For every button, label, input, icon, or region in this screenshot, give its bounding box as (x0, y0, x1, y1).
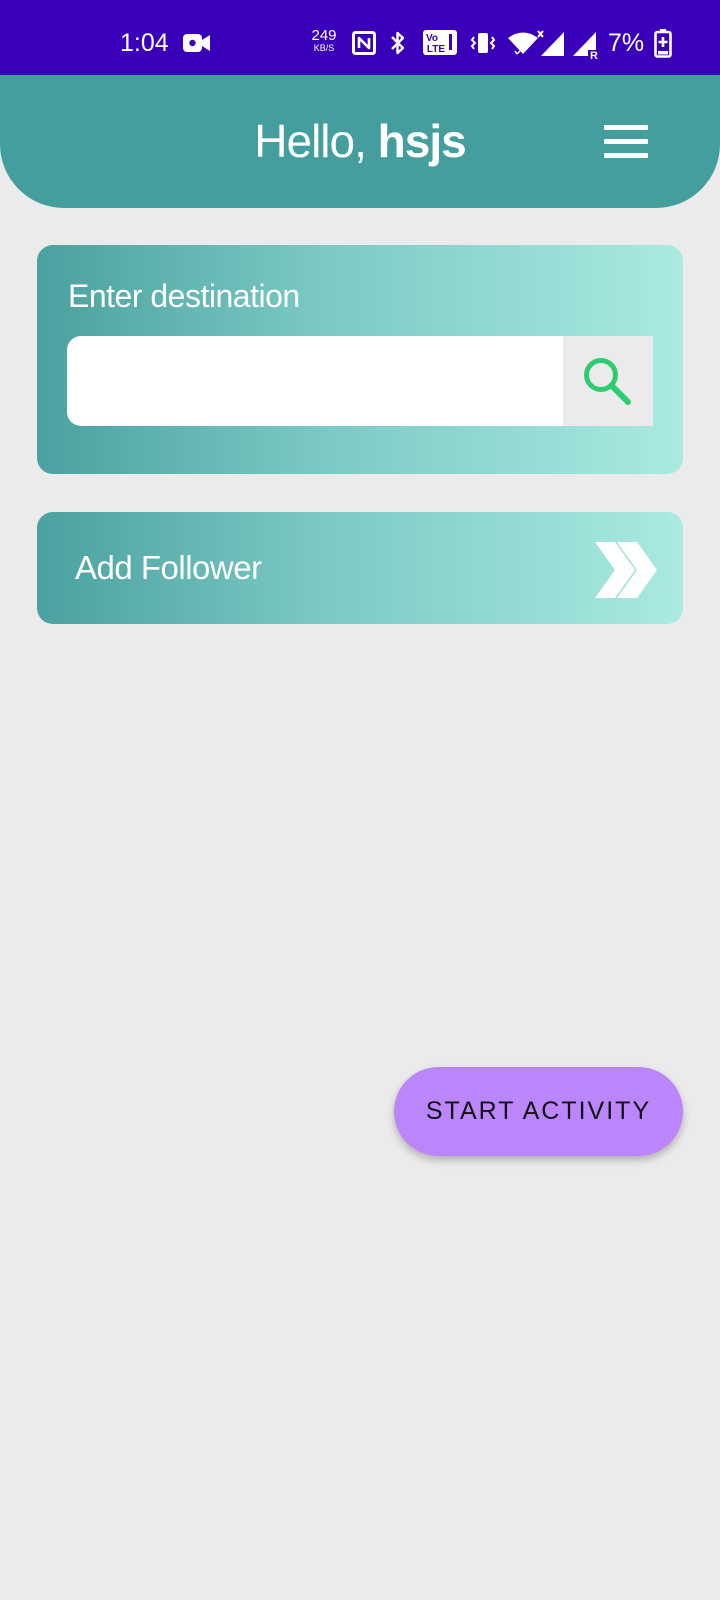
volte-icon: Vo LTE (423, 30, 457, 55)
network-speed-value: 249 (311, 27, 337, 44)
status-bar: 1:04 249 KB/S Vo LTE R 7% (0, 0, 720, 75)
destination-input[interactable] (67, 336, 563, 426)
hamburger-menu-icon[interactable] (604, 125, 648, 159)
volte-text-bottom: LTE (427, 44, 445, 55)
add-follower-card[interactable]: Add Follower (37, 512, 683, 624)
volte-text-top: Vo (426, 33, 438, 44)
battery-charging-icon (654, 29, 672, 58)
network-speed: 249 KB/S (304, 28, 344, 53)
user-name: hsjs (377, 115, 467, 167)
add-follower-label: Add Follower (75, 549, 262, 586)
wifi-icon (508, 30, 544, 55)
status-time: 1:04 (120, 29, 169, 57)
destination-label: Enter destination (68, 278, 300, 314)
signal-icon (541, 32, 564, 56)
video-camera-icon (183, 34, 210, 52)
start-activity-button[interactable]: START ACTIVITY (394, 1067, 683, 1156)
network-speed-unit: KB/S (313, 43, 335, 53)
signal-roaming-icon: R (573, 32, 598, 59)
roaming-text: R (590, 50, 598, 59)
greeting-prefix: Hello, (254, 115, 367, 167)
double-chevron-right-icon (595, 542, 657, 598)
battery-percent: 7% (608, 29, 645, 57)
search-icon (584, 358, 631, 405)
app-header: Hello, hsjs (0, 75, 720, 208)
search-button[interactable] (563, 336, 653, 426)
destination-card: Enter destination (37, 245, 683, 474)
bluetooth-icon (391, 31, 405, 55)
nfc-icon (352, 31, 376, 55)
vibrate-icon (470, 33, 496, 53)
